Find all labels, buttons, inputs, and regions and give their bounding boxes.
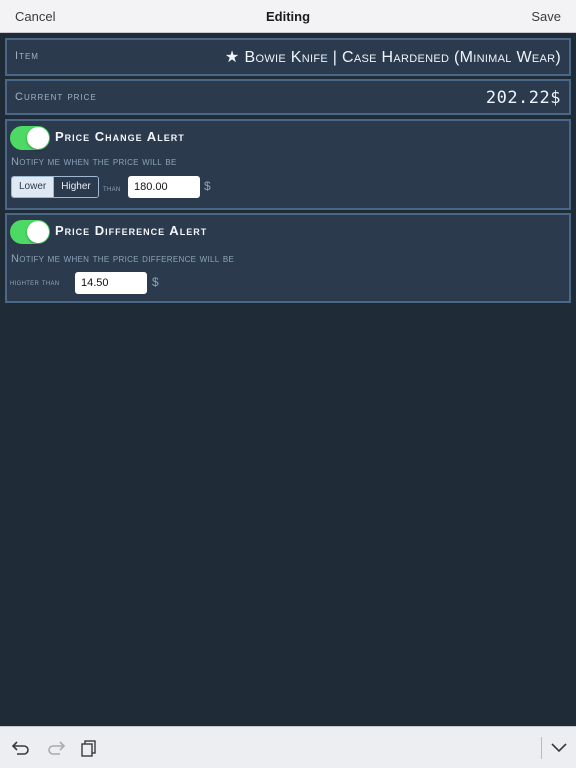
redo-icon[interactable] — [46, 739, 66, 760]
current-price-label: Current price — [15, 91, 97, 103]
price-difference-currency: $ — [152, 275, 159, 289]
segment-higher[interactable]: Higher — [53, 177, 98, 197]
price-change-currency: $ — [204, 179, 211, 193]
keyboard-dismiss-icon[interactable] — [550, 740, 568, 757]
direction-segmented-control: Lower Higher — [11, 176, 99, 198]
toolbar-divider — [541, 737, 542, 759]
price-difference-notify-text: Notify me when the price difference will… — [11, 253, 235, 265]
page-title: Editing — [265, 9, 311, 24]
current-price-panel: Current price 202.22$ — [5, 79, 571, 115]
than-label: than — [103, 183, 121, 193]
price-change-notify-text: Notify me when the price will be — [11, 156, 177, 168]
price-change-alert-toggle[interactable] — [10, 126, 50, 150]
undo-icon[interactable] — [11, 739, 31, 760]
toggle-knob — [27, 127, 49, 149]
item-name: Bowie Knife | Case Hardened (Minimal Wea… — [244, 49, 561, 66]
save-button[interactable]: Save — [531, 9, 561, 24]
higher-than-label: highter than — [10, 277, 60, 287]
price-change-alert-title: Price Change Alert — [55, 129, 185, 144]
current-price-value: 202.22$ — [485, 88, 561, 108]
item-value: ★ Bowie Knife | Case Hardened (Minimal We… — [225, 47, 561, 67]
toggle-knob — [27, 221, 49, 243]
price-difference-value-input[interactable] — [75, 272, 147, 294]
keyboard-shortcut-bar — [0, 726, 576, 768]
price-difference-alert-toggle[interactable] — [10, 220, 50, 244]
segment-lower[interactable]: Lower — [12, 177, 54, 197]
price-difference-alert-title: Price Difference Alert — [55, 223, 208, 238]
navigation-bar: Cancel Editing Save — [0, 0, 576, 33]
paste-icon[interactable] — [80, 739, 98, 760]
star-icon: ★ — [224, 49, 240, 66]
item-label: Item — [15, 50, 39, 62]
price-difference-alert-panel: Price Difference Alert Notify me when th… — [5, 213, 571, 303]
price-change-value-input[interactable] — [128, 176, 200, 198]
price-change-alert-panel: Price Change Alert Notify me when the pr… — [5, 119, 571, 210]
item-panel: Item ★ Bowie Knife | Case Hardened (Minim… — [5, 38, 571, 76]
